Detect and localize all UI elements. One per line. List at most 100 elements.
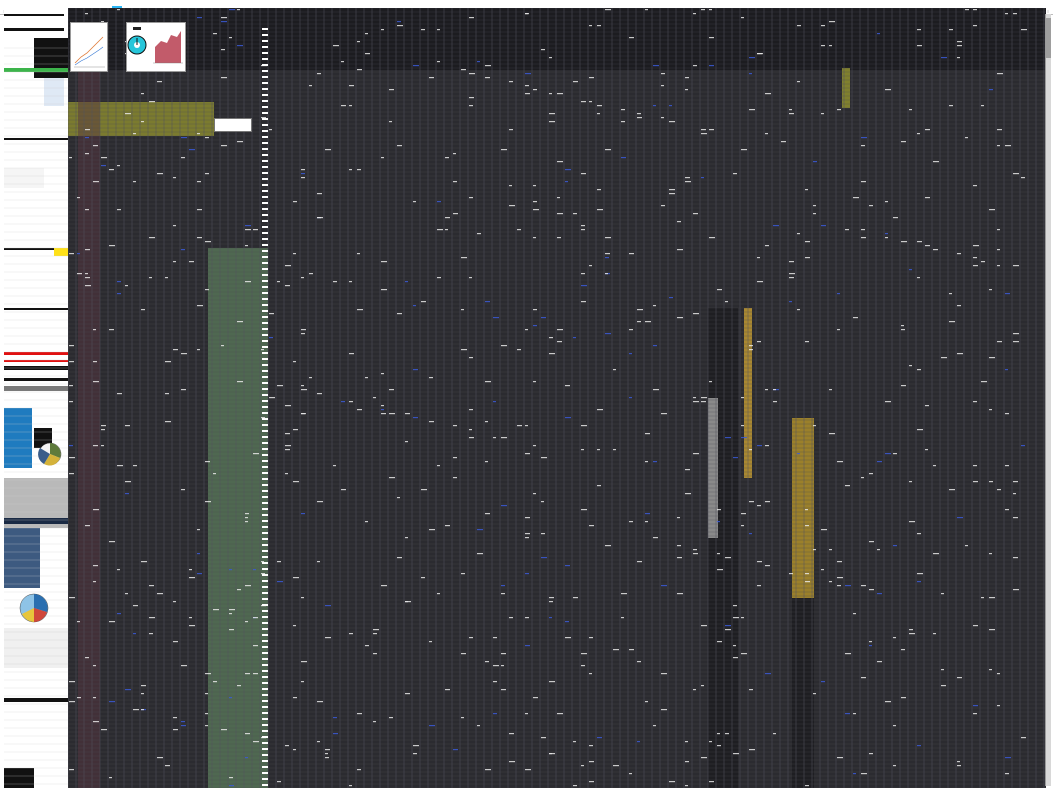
cell-value: [493, 317, 499, 319]
cell-value: [262, 652, 268, 654]
cell-value: [597, 113, 600, 115]
cell-value: [989, 89, 993, 91]
grid-canvas: [67, 7, 1046, 789]
cell-value: [805, 525, 809, 527]
cell-value: [637, 117, 642, 119]
cell-value: [173, 717, 177, 719]
cell-value: [69, 445, 73, 447]
cell-value: [125, 285, 128, 287]
cell-value: [709, 129, 714, 131]
cell-value: [821, 529, 827, 531]
cell-value: [765, 133, 768, 135]
scrollbar-thumb[interactable]: [1046, 18, 1051, 58]
cell-value: [301, 333, 305, 335]
cell-value: [901, 329, 905, 331]
cell-value: [581, 509, 587, 511]
cell-value: [589, 673, 592, 675]
cell-value: [189, 149, 195, 151]
cell-value: [229, 609, 235, 611]
cell-value: [541, 317, 546, 319]
cell-value: [917, 241, 922, 243]
cell-value: [262, 406, 268, 408]
cell-value: [93, 509, 99, 511]
cell-value: [765, 565, 770, 567]
cell-value: [733, 645, 736, 647]
line-chart-1[interactable]: [70, 22, 108, 72]
cell-value: [749, 689, 753, 691]
cell-value: [445, 229, 448, 231]
cell-value: [637, 309, 643, 311]
cell-value: [805, 573, 809, 575]
cell-value: [421, 577, 425, 579]
cell-value: [509, 81, 513, 83]
cell-value: [1005, 145, 1011, 147]
cell-value: [653, 65, 659, 67]
cell-value: [421, 489, 427, 491]
cell-value: [277, 781, 281, 783]
cell-value: [485, 461, 488, 463]
cell-value: [741, 653, 747, 655]
cell-value: [477, 61, 480, 63]
cell-value: [237, 685, 241, 687]
cell-value: [133, 181, 136, 183]
cell-value: [549, 681, 555, 683]
cell-value: [949, 489, 955, 491]
cell-value: [262, 130, 268, 132]
cell-value: [701, 177, 704, 179]
cell-value: [757, 585, 761, 587]
cell-value: [405, 281, 408, 283]
cell-value: [429, 641, 432, 643]
cell-value: [125, 689, 131, 691]
cell-value: [957, 761, 960, 763]
cell-value: [949, 293, 952, 295]
cell-value: [941, 357, 947, 359]
cell-value: [629, 353, 632, 355]
cell-value: [181, 137, 187, 139]
cell-value: [381, 409, 384, 411]
cell-value: [653, 345, 657, 347]
cell-value: [293, 625, 296, 627]
sidebar-block: [4, 168, 44, 188]
cell-value: [861, 181, 866, 183]
cell-value: [262, 82, 268, 84]
cell-value: [405, 601, 408, 603]
spreadsheet-grid[interactable]: [67, 7, 1046, 789]
cell-value: [189, 625, 195, 627]
cell-value: [573, 785, 577, 787]
cell-value: [733, 605, 737, 607]
cell-value: [997, 489, 1001, 491]
cell-value: [861, 773, 867, 775]
sidebar-block: [4, 768, 34, 788]
cell-value: [501, 345, 507, 347]
cell-value: [701, 757, 707, 759]
cell-value: [829, 433, 835, 435]
cell-value: [317, 741, 320, 743]
cell-value: [93, 145, 98, 147]
cell-value: [685, 785, 688, 787]
cell-value: [709, 9, 712, 11]
stopwatch-chart[interactable]: [126, 22, 186, 72]
cell-value: [733, 617, 739, 619]
cell-value: [277, 281, 280, 283]
cell-value: [749, 501, 754, 503]
cell-value: [861, 229, 865, 231]
cell-value: [909, 481, 912, 483]
cell-value: [501, 585, 505, 587]
cell-value: [262, 220, 268, 222]
cell-value: [581, 653, 587, 655]
pie-chart-2[interactable]: [19, 593, 49, 623]
cell-value: [429, 377, 433, 379]
cell-value: [893, 545, 897, 547]
cell-value: [645, 433, 650, 435]
cell-value: [173, 349, 178, 351]
cell-value: [197, 553, 200, 555]
cell-value: [205, 137, 209, 139]
cell-value: [262, 100, 268, 102]
cell-value: [485, 769, 491, 771]
cell-value: [517, 425, 522, 427]
cell-value: [349, 401, 353, 403]
cell-value: [93, 361, 97, 363]
cell-value: [197, 305, 203, 307]
cell-value: [693, 549, 697, 551]
vertical-scrollbar[interactable]: [1045, 14, 1051, 786]
